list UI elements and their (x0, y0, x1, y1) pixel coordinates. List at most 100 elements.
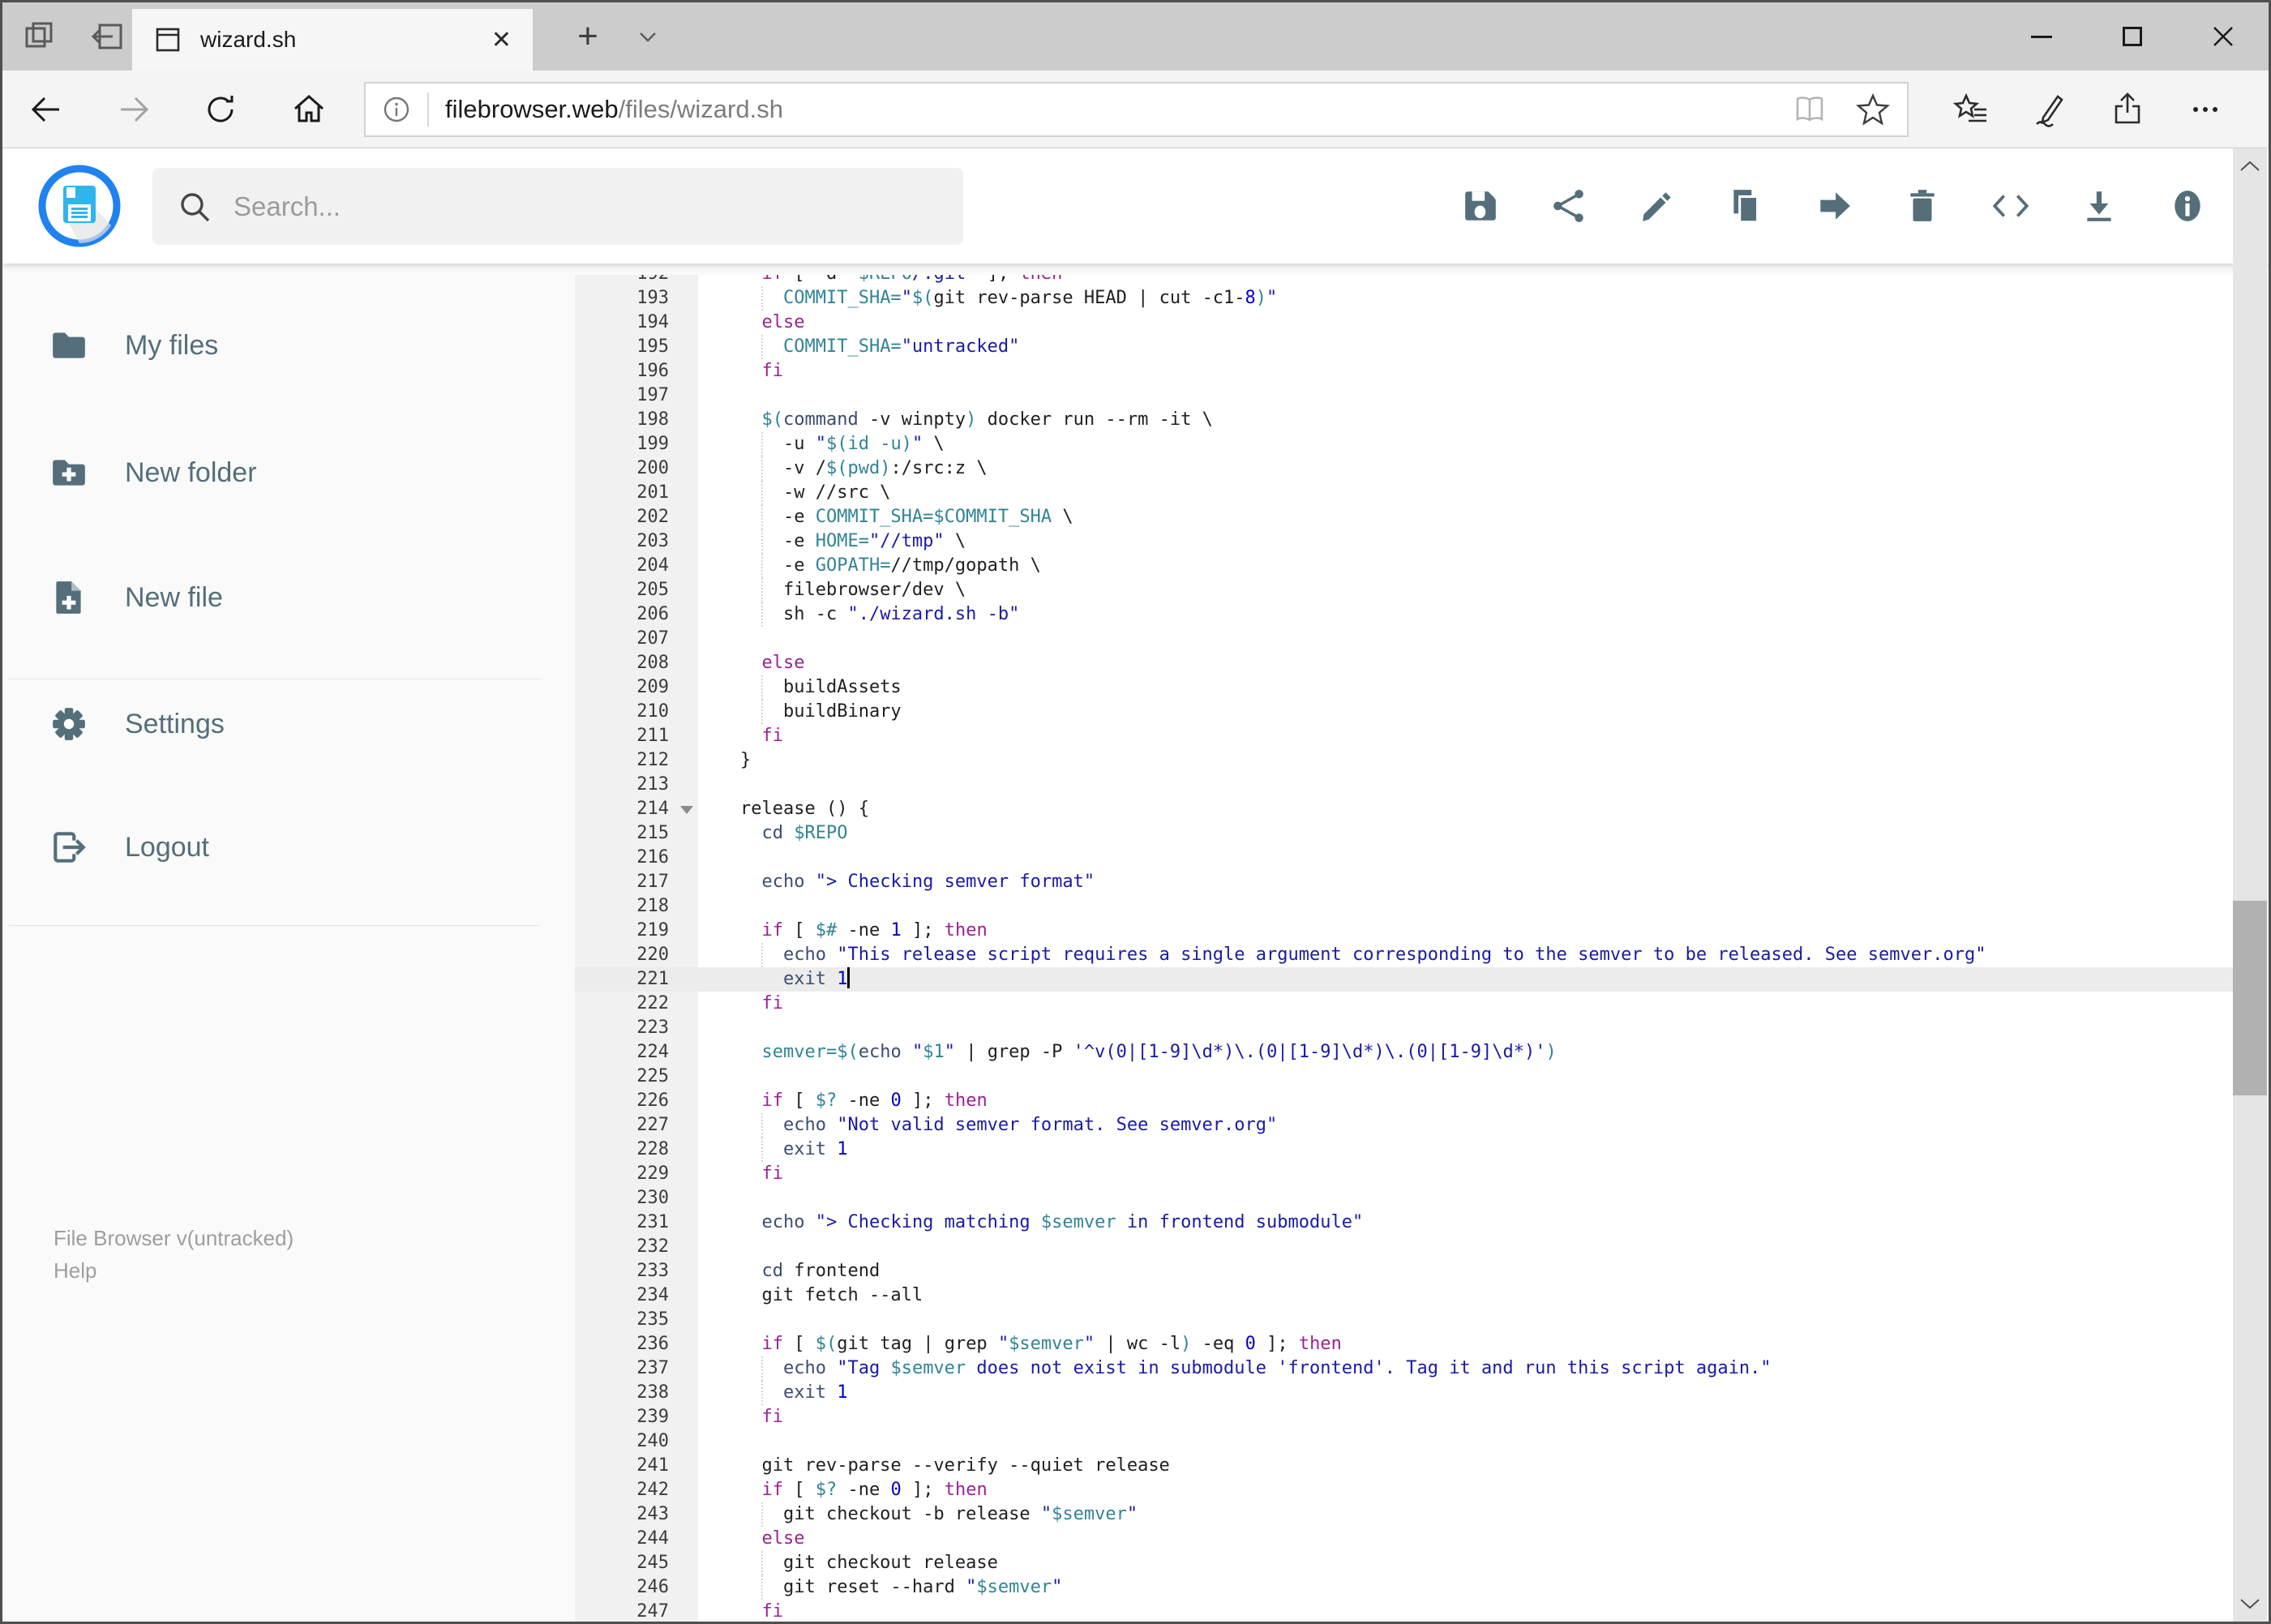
line-number[interactable]: 222 (575, 992, 698, 1016)
code-line[interactable]: 230 (575, 1186, 2235, 1211)
code-text[interactable]: echo "Tag $semver does not exist in subm… (698, 1356, 2235, 1381)
code-text[interactable] (698, 1186, 2235, 1211)
code-line[interactable]: 198 $(command -v winpty) docker run --rm… (575, 408, 2235, 432)
code-line[interactable]: 210 buildBinary (575, 700, 2235, 724)
line-number[interactable]: 206 (575, 602, 698, 627)
line-number[interactable]: 198 (575, 408, 698, 432)
code-line[interactable]: 209 buildAssets (575, 675, 2235, 700)
rename-button[interactable] (1634, 165, 1680, 246)
scroll-up-icon[interactable] (2233, 148, 2267, 184)
line-number[interactable]: 243 (575, 1502, 698, 1527)
code-line[interactable]: 207 (575, 627, 2235, 651)
code-line[interactable]: 218 (575, 894, 2235, 919)
code-line[interactable]: 222 fi (575, 992, 2235, 1016)
code-line[interactable]: 231 echo "> Checking matching $semver in… (575, 1211, 2235, 1235)
code-text[interactable]: git rev-parse --verify --quiet release (698, 1454, 2235, 1478)
code-line[interactable]: 229 fi (575, 1162, 2235, 1186)
code-text[interactable]: exit 1 (698, 967, 2235, 992)
code-line[interactable]: 237 echo "Tag $semver does not exist in … (575, 1356, 2235, 1381)
code-line[interactable]: 203 -e HOME="//tmp" \ (575, 529, 2235, 554)
code-line[interactable]: 205 filebrowser/dev \ (575, 578, 2235, 602)
close-window-button[interactable] (2178, 2, 2269, 71)
code-line[interactable]: 236 if [ $(git tag | grep "$semver" | wc… (575, 1332, 2235, 1356)
code-text[interactable]: COMMIT_SHA="$(git rev-parse HEAD | cut -… (698, 286, 2235, 311)
refresh-button[interactable] (178, 71, 265, 148)
line-number[interactable]: 194 (575, 311, 698, 335)
code-line[interactable]: 244 else (575, 1527, 2235, 1551)
line-number[interactable]: 209 (575, 675, 698, 700)
code-line[interactable]: 200 -v /$(pwd):/src:z \ (575, 456, 2235, 481)
line-number[interactable]: 199 (575, 432, 698, 456)
code-text[interactable]: -e GOPATH=//tmp/gopath \ (698, 554, 2235, 578)
code-text[interactable]: buildAssets (698, 675, 2235, 700)
line-number[interactable]: 234 (575, 1283, 698, 1308)
line-number[interactable]: 233 (575, 1259, 698, 1283)
code-line[interactable]: 195 COMMIT_SHA="untracked" (575, 335, 2235, 359)
code-line[interactable]: 227 echo "Not valid semver format. See s… (575, 1113, 2235, 1138)
line-number[interactable]: 225 (575, 1065, 698, 1089)
forward-button[interactable] (90, 71, 178, 148)
code-line[interactable]: 206 sh -c "./wizard.sh -b" (575, 602, 2235, 627)
code-text[interactable]: -e COMMIT_SHA=$COMMIT_SHA \ (698, 505, 2235, 529)
sidebar-item-my-files[interactable]: My files (2, 285, 538, 406)
line-number[interactable]: 207 (575, 627, 698, 651)
code-line[interactable]: 228 exit 1 (575, 1138, 2235, 1162)
code-text[interactable] (698, 773, 2235, 797)
help-link[interactable]: Help (54, 1254, 294, 1287)
line-number[interactable]: 228 (575, 1138, 698, 1162)
code-text[interactable]: if [ -d "$REPO/.git" ]; then (698, 275, 2235, 286)
maximize-button[interactable] (2087, 2, 2178, 71)
code-line[interactable]: 199 -u "$(id -u)" \ (575, 432, 2235, 456)
code-text[interactable]: semver=$(echo "$1" | grep -P '^v(0|[1-9]… (698, 1040, 2235, 1065)
line-number[interactable]: 192 (575, 275, 698, 286)
code-line[interactable]: 232 (575, 1235, 2235, 1259)
line-number[interactable]: 247 (575, 1600, 698, 1622)
code-text[interactable]: buildBinary (698, 700, 2235, 724)
code-text[interactable]: cd frontend (698, 1259, 2235, 1283)
line-number[interactable]: 244 (575, 1527, 698, 1551)
code-line[interactable]: 196 fi (575, 359, 2235, 384)
code-text[interactable]: if [ $? -ne 0 ]; then (698, 1089, 2235, 1113)
line-number[interactable]: 210 (575, 700, 698, 724)
code-line[interactable]: 211 fi (575, 724, 2235, 748)
share-button[interactable] (2089, 71, 2166, 148)
line-number[interactable]: 203 (575, 529, 698, 554)
tab-dropdown-icon[interactable] (623, 2, 672, 71)
scrollbar-thumb[interactable] (2233, 901, 2267, 1095)
code-text[interactable]: -w //src \ (698, 481, 2235, 505)
code-line[interactable]: 220 echo "This release script requires a… (575, 943, 2235, 967)
line-number[interactable]: 217 (575, 870, 698, 894)
code-text[interactable]: exit 1 (698, 1138, 2235, 1162)
code-text[interactable]: -e HOME="//tmp" \ (698, 529, 2235, 554)
code-text[interactable]: release () { (698, 797, 2235, 821)
code-text[interactable]: if [ $(git tag | grep "$semver" | wc -l)… (698, 1332, 2235, 1356)
code-text[interactable] (698, 384, 2235, 408)
filebrowser-logo[interactable] (38, 165, 121, 247)
code-text[interactable]: $(command -v winpty) docker run --rm -it… (698, 408, 2235, 432)
code-text[interactable]: git checkout -b release "$semver" (698, 1502, 2235, 1527)
code-text[interactable]: fi (698, 1405, 2235, 1429)
annotate-button[interactable] (2011, 71, 2089, 148)
code-line[interactable]: 219 if [ $# -ne 1 ]; then (575, 919, 2235, 943)
code-line[interactable]: 204 -e GOPATH=//tmp/gopath \ (575, 554, 2235, 578)
close-icon[interactable]: ✕ (491, 26, 512, 54)
code-text[interactable]: echo "Not valid semver format. See semve… (698, 1113, 2235, 1138)
code-text[interactable]: else (698, 1527, 2235, 1551)
code-text[interactable]: else (698, 651, 2235, 675)
scroll-down-icon[interactable] (2233, 1586, 2267, 1622)
code-text[interactable]: cd $REPO (698, 821, 2235, 846)
line-number[interactable]: 211 (575, 724, 698, 748)
line-number[interactable]: 202 (575, 505, 698, 529)
line-number[interactable]: 242 (575, 1478, 698, 1502)
move-button[interactable] (1810, 165, 1857, 246)
home-button[interactable] (265, 71, 353, 148)
code-text[interactable]: filebrowser/dev \ (698, 578, 2235, 602)
line-number[interactable]: 246 (575, 1575, 698, 1600)
code-line[interactable]: 247 fi (575, 1600, 2235, 1622)
line-number[interactable]: 200 (575, 456, 698, 481)
code-line[interactable]: 193 COMMIT_SHA="$(git rev-parse HEAD | c… (575, 286, 2235, 311)
code-line[interactable]: 226 if [ $? -ne 0 ]; then (575, 1089, 2235, 1113)
line-number[interactable]: 241 (575, 1454, 698, 1478)
line-number[interactable]: 215 (575, 821, 698, 846)
code-line[interactable]: 233 cd frontend (575, 1259, 2235, 1283)
